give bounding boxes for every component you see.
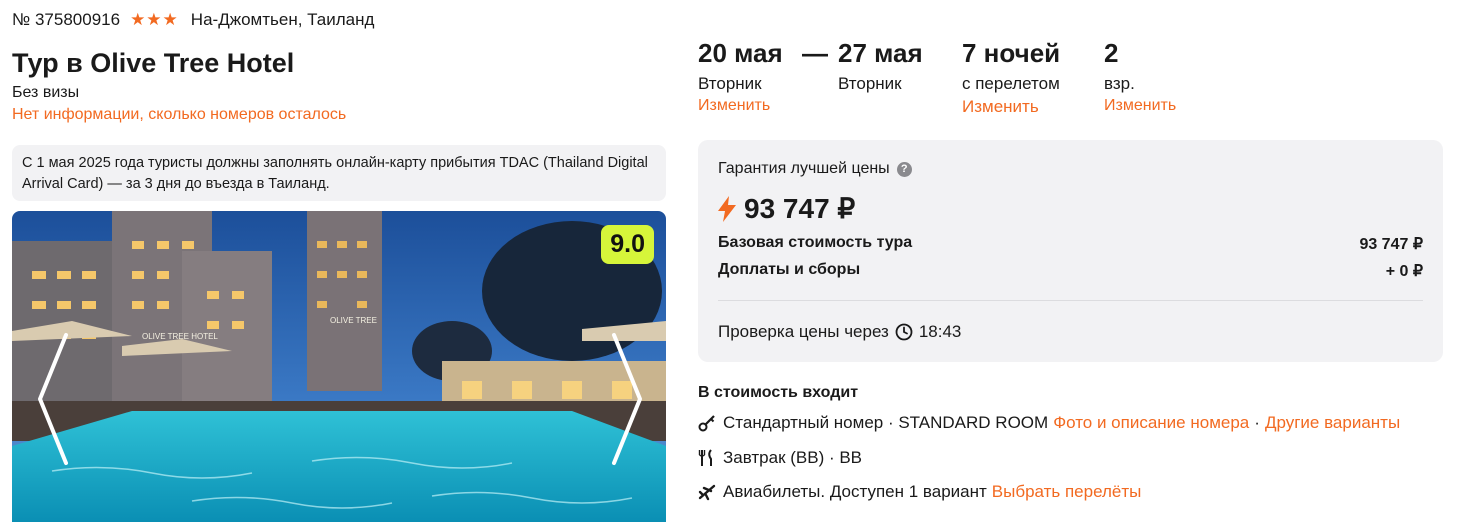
info-icon[interactable]: ? [896, 161, 912, 177]
meal-plan: Завтрак (BB) · BB [723, 448, 863, 467]
tour-meta-line: № 375800916 ★★★ На-Джомтьен, Таиланд [12, 10, 374, 30]
room-details-link[interactable]: Фото и описание номера [1053, 413, 1249, 433]
room-type: Стандартный номер · STANDARD ROOM [723, 413, 1049, 432]
hotel-photo: OLIVE TREE HOTEL OLIVE TREE [12, 211, 666, 522]
rooms-availability-info: Нет информации, сколько номеров осталось [12, 106, 347, 123]
nights-count: 7 ночей [962, 38, 1061, 68]
notice-text: С 1 мая 2025 года туристы должны заполня… [22, 155, 648, 192]
fees-label: Доплаты и сборы [718, 261, 861, 278]
base-price-value: 93 747 ₽ [1359, 236, 1423, 253]
hotel-sign-right: OLIVE TREE [330, 316, 377, 325]
price-check-timer: Проверка цены через 18:43 [718, 322, 961, 342]
base-price-row: Базовая стоимость тура 93 747 ₽ [718, 234, 1423, 254]
return-date: 27 мая [838, 38, 923, 68]
departure-date-block: 20 мая Вторник Изменить [698, 38, 783, 115]
visa-info: Без визы [12, 84, 80, 101]
included-flights: Авиабилеты. Доступен 1 вариант Выбрать п… [698, 482, 1141, 502]
lightning-icon [718, 195, 736, 222]
hotel-rating-badge: 9.0 [601, 225, 654, 264]
price-divider [718, 300, 1423, 301]
total-price-value: 93 747 ₽ [744, 193, 856, 224]
tour-number: № 375800916 [12, 10, 121, 29]
star-rating-icon: ★★★ [130, 10, 179, 29]
airplane-icon [698, 483, 716, 501]
price-guarantee-label: Гарантия лучшей цены [718, 160, 890, 177]
chevron-right-icon [612, 333, 642, 465]
travelers-block: 2 взр. Изменить [1104, 38, 1176, 115]
page-title: Тур в Olive Tree Hotel [12, 48, 295, 78]
included-room: Стандартный номер · STANDARD ROOM Фото и… [698, 413, 1400, 433]
adults-count: 2 [1104, 38, 1119, 68]
total-price: 93 747 ₽ [718, 192, 855, 225]
included-title: В стоимость входит [698, 384, 859, 401]
tdac-notice: С 1 мая 2025 года туристы должны заполня… [12, 145, 666, 201]
location: На-Джомтьен, Таиланд [190, 10, 375, 29]
change-travelers-link[interactable]: Изменить [1104, 97, 1176, 115]
clock-icon [895, 323, 913, 341]
price-panel: Гарантия лучшей цены ? 93 747 ₽ Базовая … [698, 140, 1443, 362]
chevron-left-icon [38, 333, 68, 465]
nights-flight-note: с перелетом [962, 74, 1060, 93]
change-dates-link[interactable]: Изменить [698, 97, 783, 115]
price-guarantee: Гарантия лучшей цены ? [718, 160, 912, 178]
gallery-prev-button[interactable] [34, 329, 74, 469]
separator-dot: · [1254, 413, 1260, 432]
other-rooms-link[interactable]: Другие варианты [1265, 413, 1400, 433]
price-check-time: 18:43 [918, 322, 962, 341]
date-range-dash: — [802, 38, 828, 68]
price-check-label: Проверка цены через [718, 322, 889, 341]
base-price-label: Базовая стоимость тура [718, 234, 913, 251]
nights-block: 7 ночей с перелетом Изменить [962, 38, 1060, 117]
adults-label: взр. [1104, 74, 1135, 93]
tour-dates-bar: 20 мая Вторник Изменить — 27 мая Вторник… [698, 38, 1443, 118]
fork-knife-icon [698, 449, 716, 467]
key-icon [698, 414, 716, 432]
choose-flights-link[interactable]: Выбрать перелёты [992, 482, 1142, 502]
departure-weekday: Вторник [698, 74, 762, 93]
hotel-sign-left: OLIVE TREE HOTEL [142, 332, 218, 341]
gallery-next-button[interactable] [606, 329, 646, 469]
fees-value: + 0 ₽ [1385, 263, 1423, 280]
change-nights-link[interactable]: Изменить [962, 97, 1060, 117]
fees-row: Доплаты и сборы + 0 ₽ [718, 261, 1423, 281]
departure-date: 20 мая [698, 38, 783, 68]
hotel-photo-gallery[interactable]: OLIVE TREE HOTEL OLIVE TREE 9.0 [12, 211, 666, 522]
flights-info: Авиабилеты. Доступен 1 вариант [723, 482, 987, 501]
included-meal: Завтрак (BB) · BB [698, 448, 862, 468]
return-weekday: Вторник [838, 74, 902, 93]
return-date-block: 27 мая Вторник [838, 38, 923, 94]
